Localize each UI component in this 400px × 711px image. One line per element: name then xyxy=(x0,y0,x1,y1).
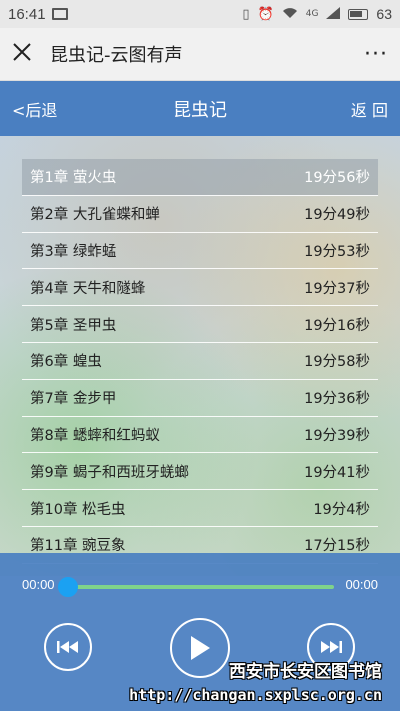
header-title: 昆虫记 xyxy=(173,99,227,121)
chapter-duration: 19分53秒 xyxy=(304,243,370,260)
status-bar: 16:41 ▯ ⏰ 4G 63 xyxy=(0,0,400,28)
alarm-icon: ⏰ xyxy=(257,6,274,22)
wifi-icon xyxy=(282,7,298,22)
vibrate-icon: ▯ xyxy=(242,6,250,22)
current-time: 00:00 xyxy=(22,577,55,592)
chapter-row-1[interactable]: 第1章 萤火虫 19分56秒 xyxy=(22,159,378,196)
chapter-row-8[interactable]: 第8章 蟋蟀和红蚂蚁 19分39秒 xyxy=(22,417,378,454)
chapter-title: 第8章 蟋蟀和红蚂蚁 xyxy=(30,427,160,444)
progress-thumb[interactable] xyxy=(58,577,78,597)
chapter-row-5[interactable]: 第5章 圣甲虫 19分16秒 xyxy=(22,306,378,343)
network-type-label: 4G xyxy=(305,8,319,19)
status-icons: ▯ ⏰ 4G 63 xyxy=(242,6,392,22)
watermark-library-name: 西安市长安区图书馆 xyxy=(229,662,382,682)
chapter-row-4[interactable]: 第4章 天牛和隧蜂 19分37秒 xyxy=(22,269,378,307)
chapter-duration: 19分4秒 xyxy=(313,501,370,518)
chapter-duration: 19分16秒 xyxy=(304,317,370,334)
chapter-duration: 19分41秒 xyxy=(304,464,370,481)
chapter-duration: 19分58秒 xyxy=(304,354,370,371)
progress-row: 00:00 00:00 xyxy=(0,575,400,597)
previous-button[interactable] xyxy=(44,623,92,671)
chapter-title: 第10章 松毛虫 xyxy=(30,501,126,518)
library-watermark: 西安市长安区图书馆 http://changan.sxplsc.org.cn xyxy=(129,657,382,704)
page-title: 昆虫记-云图有声 xyxy=(50,45,183,66)
watermark-url: http://changan.sxplsc.org.cn xyxy=(129,686,382,704)
skip-next-icon xyxy=(321,641,342,653)
chapter-duration: 19分56秒 xyxy=(304,170,370,187)
chapter-row-3[interactable]: 第3章 绿蚱蜢 19分53秒 xyxy=(22,233,378,270)
chapter-duration: 19分37秒 xyxy=(304,280,370,297)
browser-title-bar: 昆虫记-云图有声 ··· xyxy=(0,28,400,81)
chapter-row-10[interactable]: 第10章 松毛虫 19分4秒 xyxy=(22,490,378,527)
status-time: 16:41 xyxy=(8,5,46,23)
chapter-list: 第1章 萤火虫 19分56秒 第2章 大孔雀蝶和蝉 19分49秒 第3章 绿蚱蜢… xyxy=(22,159,378,564)
chapter-title: 第2章 大孔雀蝶和蝉 xyxy=(30,207,160,224)
chapter-title: 第6章 蝗虫 xyxy=(30,354,102,371)
progress-track[interactable] xyxy=(68,585,334,589)
chapter-duration: 19分36秒 xyxy=(304,391,370,408)
battery-icon xyxy=(348,8,369,20)
close-icon[interactable] xyxy=(12,41,38,67)
chapter-row-7[interactable]: 第7章 金步甲 19分36秒 xyxy=(22,380,378,417)
more-options-icon[interactable]: ··· xyxy=(364,42,388,67)
chapter-title: 第3章 绿蚱蜢 xyxy=(30,243,117,260)
chapter-title: 第4章 天牛和隧蜂 xyxy=(30,280,146,297)
app-header: <后退 昆虫记 返 回 xyxy=(0,81,400,136)
chapter-row-6[interactable]: 第6章 蝗虫 19分58秒 xyxy=(22,343,378,380)
chapter-title: 第7章 金步甲 xyxy=(30,391,117,408)
chapter-row-9[interactable]: 第9章 蝎子和西班牙蜣螂 19分41秒 xyxy=(22,453,378,491)
back-button[interactable]: <后退 xyxy=(12,97,57,121)
image-notification-icon xyxy=(51,8,68,20)
total-time: 00:00 xyxy=(345,577,378,592)
chapter-row-2[interactable]: 第2章 大孔雀蝶和蝉 19分49秒 xyxy=(22,196,378,233)
chapter-title: 第1章 萤火虫 xyxy=(30,170,117,187)
battery-percent: 63 xyxy=(376,6,392,22)
chapter-duration: 19分49秒 xyxy=(304,207,370,224)
chapter-duration: 19分39秒 xyxy=(304,427,370,444)
chapter-title: 第5章 圣甲虫 xyxy=(30,317,117,334)
skip-previous-icon xyxy=(57,641,78,653)
chapter-title: 第9章 蝎子和西班牙蜣螂 xyxy=(30,464,189,481)
signal-icon xyxy=(326,6,341,22)
return-button[interactable]: 返 回 xyxy=(351,97,388,121)
audio-player: 00:00 00:00 西安市长安区图书馆 http://changan.sxp… xyxy=(0,553,400,711)
